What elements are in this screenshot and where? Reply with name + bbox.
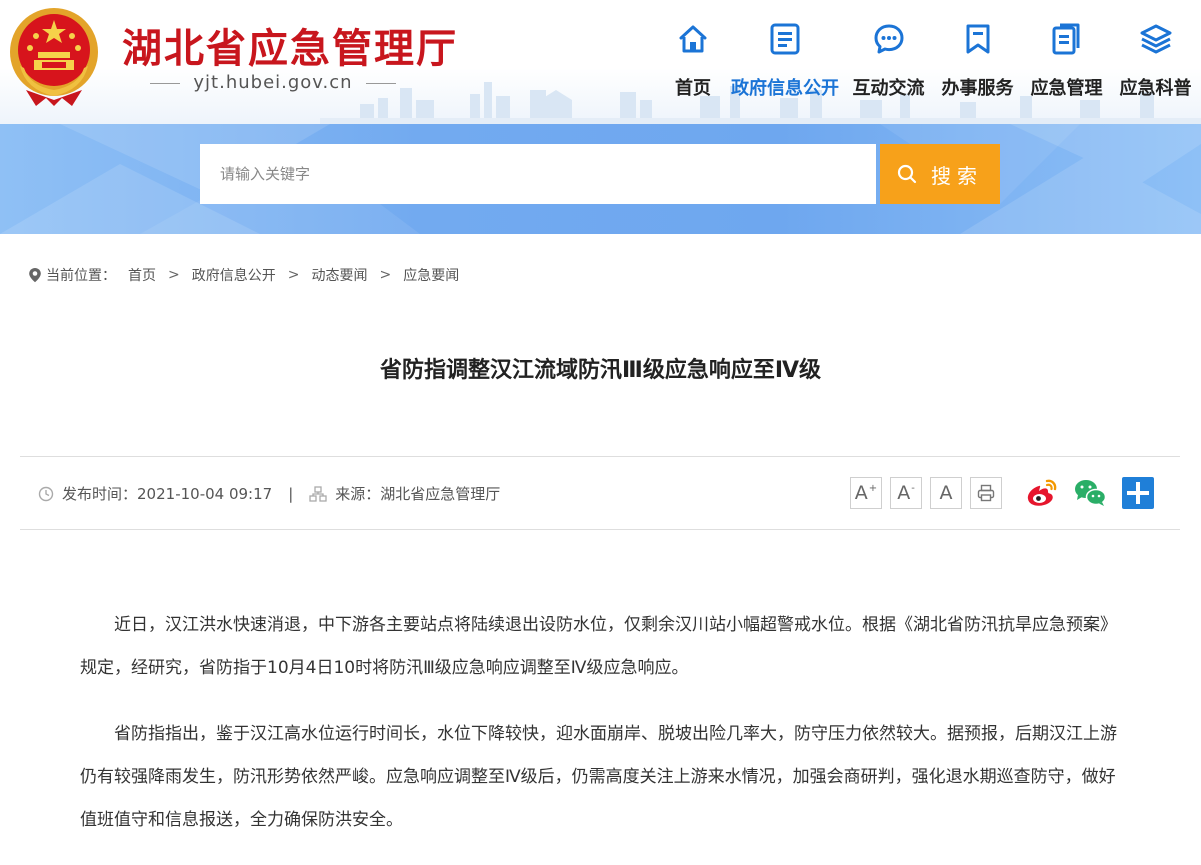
plus-square-icon bbox=[1122, 477, 1154, 509]
share-weibo-button[interactable] bbox=[1024, 475, 1060, 511]
search-button-label: 搜索 bbox=[931, 163, 983, 188]
nav-label: 互动交流 bbox=[852, 78, 925, 99]
home-icon bbox=[660, 18, 726, 60]
article-paragraph: 近日，汉江洪水快速消退，中下游各主要站点将陆续退出设防水位，仅剩余汉川站小幅超警… bbox=[80, 615, 1117, 678]
chat-icon bbox=[844, 18, 933, 60]
nav-item-interaction[interactable]: 互动交流 bbox=[844, 18, 933, 102]
breadcrumb-separator: > bbox=[287, 267, 300, 283]
files-icon bbox=[1022, 18, 1111, 60]
share-wechat-button[interactable] bbox=[1072, 475, 1108, 511]
weibo-icon bbox=[1027, 479, 1057, 506]
source-value: 湖北省应急管理厅 bbox=[380, 485, 501, 503]
clock-icon bbox=[38, 486, 54, 502]
article-meta: 发布时间： 2021-10-04 09:17 | 来源： 湖北省应急管理厅 bbox=[38, 483, 500, 504]
location-pin-icon bbox=[29, 268, 41, 283]
nav-item-emergency-management[interactable]: 应急管理 bbox=[1022, 18, 1111, 102]
font-button-glyph: A bbox=[854, 482, 868, 504]
print-button[interactable] bbox=[970, 477, 1002, 509]
breadcrumb: 当前位置： 首页 > 政府信息公开 > 动态要闻 > 应急要闻 bbox=[28, 264, 459, 286]
breadcrumb-item-emergency-news[interactable]: 应急要闻 bbox=[403, 265, 459, 285]
article-title: 省防指调整汉江流域防汛Ⅲ级应急响应至Ⅳ级 bbox=[380, 358, 821, 383]
nav-label: 办事服务 bbox=[941, 78, 1014, 99]
publish-time: 2021-10-04 09:17 bbox=[137, 484, 273, 503]
printer-icon bbox=[977, 484, 995, 502]
font-button-glyph: A bbox=[897, 482, 911, 504]
nav-label: 首页 bbox=[675, 78, 711, 99]
nav-item-home[interactable]: 首页 bbox=[660, 18, 726, 102]
site-domain-text: yjt.hubei.gov.cn bbox=[193, 72, 353, 93]
nav-label: 应急科普 bbox=[1119, 78, 1192, 99]
nav-item-services[interactable]: 办事服务 bbox=[933, 18, 1022, 102]
breadcrumb-item-home[interactable]: 首页 bbox=[128, 265, 156, 285]
bookmark-icon bbox=[933, 18, 1022, 60]
nav-label: 应急管理 bbox=[1030, 78, 1103, 99]
font-reset-button[interactable]: A bbox=[930, 477, 962, 509]
layers-icon bbox=[1111, 18, 1200, 60]
article-meta-bar: 发布时间： 2021-10-04 09:17 | 来源： 湖北省应急管理厅 A +… bbox=[20, 456, 1180, 530]
article-paragraph: 省防指指出，鉴于汉江高水位运行时间长，水位下降较快，迎水面崩岸、脱坡出险几率大，… bbox=[80, 724, 1117, 830]
font-button-glyph: A bbox=[939, 482, 953, 504]
breadcrumb-separator: > bbox=[379, 267, 392, 283]
share-more-button[interactable] bbox=[1120, 475, 1156, 511]
font-increase-button[interactable]: A + bbox=[850, 477, 882, 509]
wechat-icon bbox=[1075, 480, 1107, 506]
nav-item-science[interactable]: 应急科普 bbox=[1111, 18, 1200, 102]
minus-icon: - bbox=[911, 482, 915, 494]
search-banner: 搜索 bbox=[0, 124, 1201, 234]
site-title: 湖北省应急管理厅 bbox=[122, 25, 458, 72]
breadcrumb-label: 当前位置： bbox=[46, 268, 116, 284]
publish-time-label: 发布时间： bbox=[62, 485, 138, 503]
breadcrumb-separator: > bbox=[168, 267, 180, 283]
main-nav: 首页 政府信息公开 互动交流 办事服务 应急管理 应急科普 bbox=[660, 18, 1200, 102]
site-header: 湖北省应急管理厅 yjt.hubei.gov.cn 首页 政府信息公开 互动交流… bbox=[0, 0, 1201, 124]
site-domain: yjt.hubei.gov.cn bbox=[150, 72, 396, 93]
search-button[interactable]: 搜索 bbox=[880, 144, 1000, 204]
national-emblem-logo bbox=[10, 8, 98, 106]
nav-item-gov-info[interactable]: 政府信息公开 bbox=[726, 18, 844, 102]
nav-label: 政府信息公开 bbox=[731, 78, 839, 99]
source-label: 来源： bbox=[335, 485, 381, 503]
breadcrumb-item-gov-info[interactable]: 政府信息公开 bbox=[192, 265, 276, 285]
font-decrease-button[interactable]: A- bbox=[890, 477, 922, 509]
breadcrumb-item-news[interactable]: 动态要闻 bbox=[311, 265, 367, 285]
meta-divider: | bbox=[288, 484, 294, 503]
article-content: 近日，汉江洪水快速消退，中下游各主要站点将陆续退出设防水位，仅剩余汉川站小幅超警… bbox=[80, 604, 1120, 865]
document-icon bbox=[726, 18, 844, 60]
source-icon bbox=[309, 485, 327, 502]
plus-icon: + bbox=[868, 482, 878, 494]
search-icon bbox=[897, 164, 917, 184]
search-input[interactable] bbox=[200, 144, 876, 204]
